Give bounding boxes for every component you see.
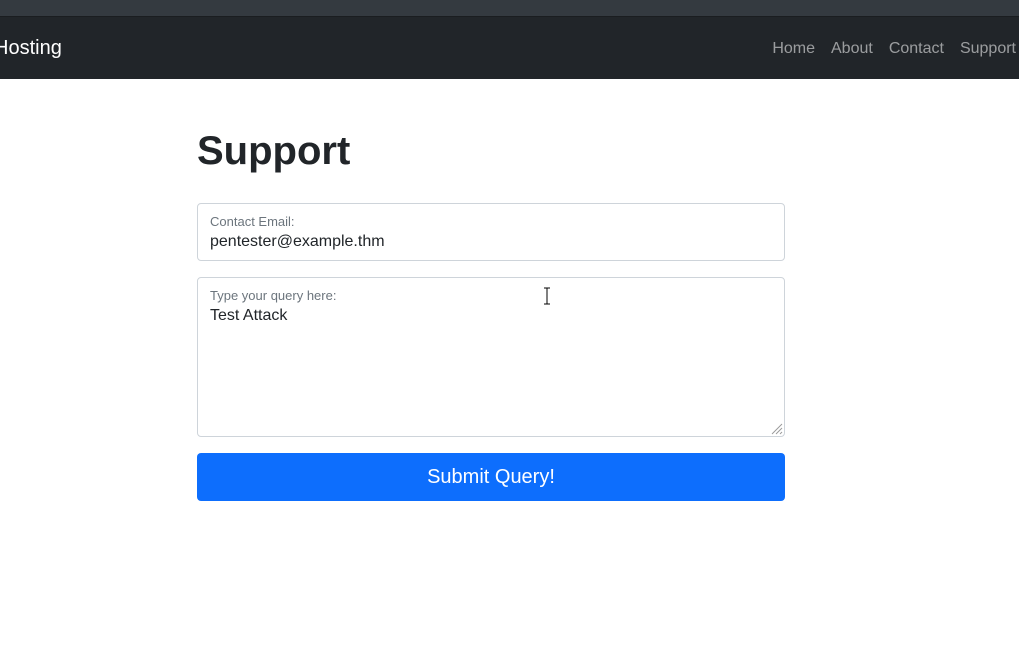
query-field-group: Type your query here: Test Attack — [197, 277, 785, 437]
query-textarea[interactable]: Test Attack — [210, 306, 770, 428]
nav-link-home[interactable]: Home — [764, 39, 823, 59]
query-label: Type your query here: — [210, 288, 337, 303]
nav-link-contact[interactable]: Contact — [881, 39, 952, 59]
nav-link-support[interactable]: Support — [952, 39, 1016, 59]
page-title: Support — [197, 129, 351, 173]
browser-top-strip — [0, 0, 1019, 17]
nav-link-about[interactable]: About — [823, 39, 881, 59]
submit-query-button[interactable]: Submit Query! — [197, 453, 785, 501]
main-content: Support Contact Email: Type your query h… — [197, 120, 785, 501]
email-label: Contact Email: — [210, 214, 295, 229]
navbar-links: Home About Contact Support — [764, 39, 1016, 59]
email-field[interactable] — [210, 232, 770, 252]
email-field-group: Contact Email: — [197, 203, 785, 261]
resize-grip-icon[interactable] — [769, 421, 783, 435]
navbar-brand[interactable]: Hosting — [0, 36, 62, 60]
text-cursor-icon — [544, 287, 550, 305]
navbar: Hosting Home About Contact Support — [0, 17, 1019, 79]
